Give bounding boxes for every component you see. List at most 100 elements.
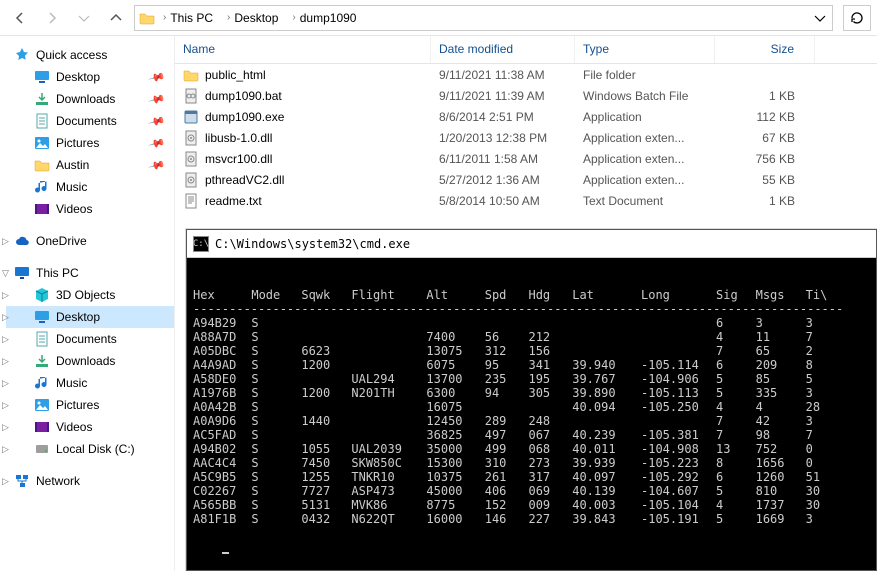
file-type: Application [575, 110, 715, 124]
cmd-row: A58DE0SUAL2941370023519539.767-104.90658… [193, 372, 843, 386]
sidebar-item-label: Pictures [56, 136, 99, 150]
nav-forward-button[interactable] [38, 4, 66, 32]
caret-icon: ▽ [2, 268, 9, 279]
sidebar-item[interactable]: ▷Local Disk (C:) [6, 438, 174, 460]
cmd-titlebar[interactable]: C:\ C:\Windows\system32\cmd.exe [187, 230, 876, 258]
sidebar-item[interactable]: ▷Desktop [6, 306, 174, 328]
breadcrumb-segment[interactable]: ›This PC [157, 9, 219, 27]
file-name: readme.txt [205, 194, 262, 208]
nav-up-button[interactable] [102, 4, 130, 32]
sidebar-item[interactable]: ▷Videos [6, 416, 174, 438]
pc-icon [14, 265, 30, 281]
cmd-row: A94B29S633 [193, 316, 843, 330]
sidebar-item[interactable]: Music [6, 176, 174, 198]
file-date: 6/11/2011 1:58 AM [431, 152, 575, 166]
folder-icon [34, 157, 50, 173]
pic-icon [34, 397, 50, 413]
file-name: msvcr100.dll [205, 152, 272, 166]
file-size: 112 KB [715, 110, 815, 124]
sidebar-item[interactable]: Downloads📌 [6, 88, 174, 110]
breadcrumb-segment[interactable]: ›Desktop [221, 9, 284, 27]
pin-icon: 📌 [148, 68, 166, 86]
cmd-row: A5C9B5S1255TNKR101037526131740.097-105.2… [193, 470, 843, 484]
path-box[interactable]: ›This PC ›Desktop ›dump1090 [134, 5, 833, 31]
cmd-row: A0A42BS1607540.094-105.2504428 [193, 400, 843, 414]
cmd-icon: C:\ [193, 236, 209, 252]
sidebar-item-onedrive[interactable]: ▷ OneDrive [6, 230, 174, 252]
sidebar-item[interactable]: ▷Music [6, 372, 174, 394]
file-name: dump1090.bat [205, 89, 282, 103]
file-row[interactable]: public_html 9/11/2021 11:38 AM File fold… [175, 64, 877, 85]
cloud-icon [14, 233, 30, 249]
cmd-row: A88A7DS7400562124117 [193, 330, 843, 344]
sidebar-item-label: Music [56, 376, 87, 390]
caret-icon: ▷ [2, 422, 9, 433]
sidebar-item-label: 3D Objects [56, 288, 115, 302]
sidebar-item-network[interactable]: ▷ Network [6, 470, 174, 492]
sidebar-item[interactable]: Austin📌 [6, 154, 174, 176]
column-header-name[interactable]: Name [175, 36, 431, 63]
file-row[interactable]: dump1090.exe 8/6/2014 2:51 PM Applicatio… [175, 106, 877, 127]
column-header-size[interactable]: Size [715, 36, 815, 63]
sidebar-item-label: Music [56, 180, 87, 194]
cmd-row: A565BBS5131MVK86877515200940.003-105.104… [193, 498, 843, 512]
file-type: Windows Batch File [575, 89, 715, 103]
sidebar-item-label: Pictures [56, 398, 99, 412]
file-type: Application exten... [575, 131, 715, 145]
file-date: 9/11/2021 11:38 AM [431, 68, 575, 82]
sidebar-item[interactable]: ▷3D Objects [6, 284, 174, 306]
sidebar-item[interactable]: ▷Downloads [6, 350, 174, 372]
column-headers: Name Date modified Type Size [175, 36, 877, 64]
star-icon [14, 47, 30, 63]
file-row[interactable]: msvcr100.dll 6/11/2011 1:58 AM Applicati… [175, 148, 877, 169]
txt-icon [183, 193, 199, 209]
sidebar-item[interactable]: ▷Documents [6, 328, 174, 350]
desktop-icon [34, 309, 50, 325]
file-row[interactable]: libusb-1.0.dll 1/20/2013 12:38 PM Applic… [175, 127, 877, 148]
sidebar-item[interactable]: Videos [6, 198, 174, 220]
mus-icon [34, 179, 50, 195]
file-size: 67 KB [715, 131, 815, 145]
caret-icon: ▷ [2, 476, 9, 487]
breadcrumb-segment[interactable]: ›dump1090 [286, 9, 362, 27]
nav-recent-dropdown[interactable] [70, 4, 98, 32]
nav-back-button[interactable] [6, 4, 34, 32]
file-size: 55 KB [715, 173, 815, 187]
bat-icon [183, 88, 199, 104]
column-header-type[interactable]: Type [575, 36, 715, 63]
sidebar-item-label: Videos [56, 420, 92, 434]
3d-icon [34, 287, 50, 303]
cmd-window[interactable]: C:\ C:\Windows\system32\cmd.exe HexModeS… [186, 229, 877, 571]
refresh-button[interactable] [843, 5, 871, 31]
dll-icon [183, 130, 199, 146]
file-name: libusb-1.0.dll [205, 131, 272, 145]
file-date: 8/6/2014 2:51 PM [431, 110, 575, 124]
file-row[interactable]: dump1090.bat 9/11/2021 11:39 AM Windows … [175, 85, 877, 106]
cmd-output: HexModeSqwkFlightAltSpdHdgLatLongSigMsgs… [187, 258, 876, 570]
cmd-cursor [222, 552, 229, 554]
sidebar-item-label: Austin [56, 158, 89, 172]
file-row[interactable]: pthreadVC2.dll 5/27/2012 1:36 AM Applica… [175, 169, 877, 190]
file-row[interactable]: readme.txt 5/8/2014 10:50 AM Text Docume… [175, 190, 877, 211]
download-icon [34, 91, 50, 107]
doc-icon [34, 331, 50, 347]
column-header-date[interactable]: Date modified [431, 36, 575, 63]
disk-icon [34, 441, 50, 457]
cmd-row: A4A9ADS120060759534139.940-105.11462098 [193, 358, 843, 372]
sidebar-item[interactable]: Pictures📌 [6, 132, 174, 154]
sidebar-item-label: Downloads [56, 92, 115, 106]
file-size: 1 KB [715, 89, 815, 103]
sidebar-item-label: Downloads [56, 354, 115, 368]
sidebar-item[interactable]: Documents📌 [6, 110, 174, 132]
sidebar-item-this-pc[interactable]: ▽ This PC [6, 262, 174, 284]
chevron-down-icon[interactable] [812, 10, 828, 26]
network-icon [14, 473, 30, 489]
sidebar-item-label: OneDrive [36, 234, 87, 248]
cmd-row: A81F1BS0432N622QT1600014622739.843-105.1… [193, 512, 843, 526]
sidebar-item-quick-access[interactable]: Quick access [6, 44, 174, 66]
sidebar-item[interactable]: ▷Pictures [6, 394, 174, 416]
cmd-row: A1976BS1200N201TH63009430539.890-105.113… [193, 386, 843, 400]
file-name: pthreadVC2.dll [205, 173, 284, 187]
sidebar-item[interactable]: Desktop📌 [6, 66, 174, 88]
file-date: 5/27/2012 1:36 AM [431, 173, 575, 187]
